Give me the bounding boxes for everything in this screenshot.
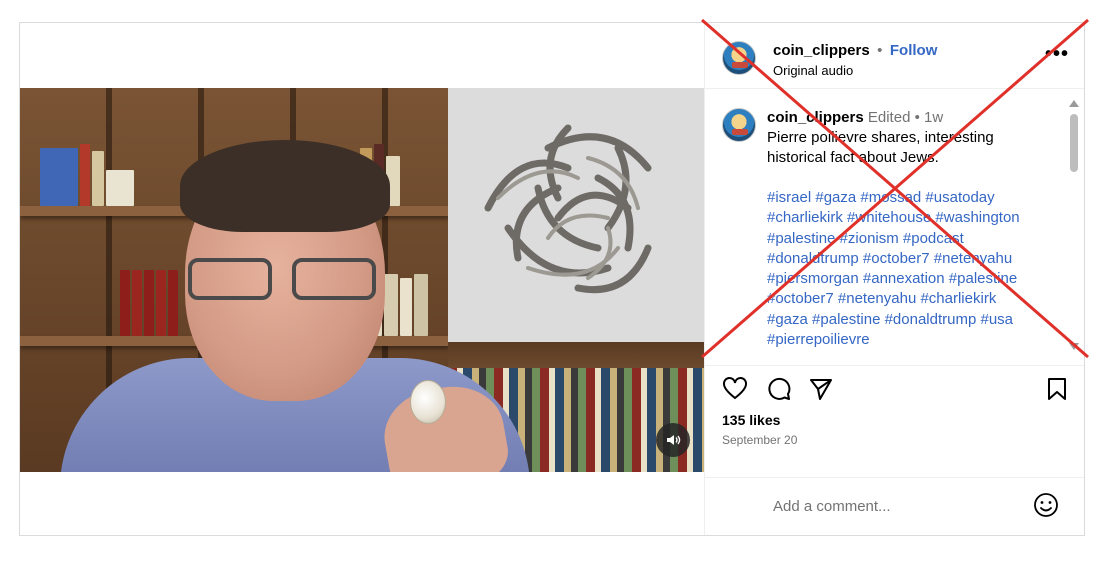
post-card: coin_clippers • Follow Original audio ••… (19, 22, 1085, 536)
author-avatar[interactable] (722, 41, 756, 75)
hashtag-line[interactable]: #donaldtrump #october7 #netenyahu (767, 249, 1057, 269)
glasses (188, 258, 380, 302)
like-button[interactable] (721, 375, 749, 403)
caption-body: Pierre poilievre shares, interesting his… (767, 129, 994, 166)
emoji-icon (1034, 493, 1058, 517)
follow-button[interactable]: Follow (890, 42, 938, 59)
comment-icon (768, 377, 791, 400)
heart-icon (723, 377, 747, 400)
scroll-up-arrow[interactable] (1069, 100, 1079, 107)
post-age: 1w (924, 109, 944, 126)
emoji-button[interactable] (1031, 490, 1061, 520)
caption-scrollbar[interactable] (1067, 100, 1081, 350)
comment-row (705, 477, 1084, 535)
separator-dot: • (877, 42, 883, 59)
share-icon (810, 379, 832, 400)
caption-header: coin_clippers Edited • 1w (767, 108, 1057, 128)
caption: coin_clippers Edited • 1w Pierre poiliev… (767, 108, 1057, 350)
video-player[interactable] (20, 88, 704, 472)
speaker-hair (180, 140, 390, 232)
hashtag-line[interactable]: #october7 #netenyahu #charliekirk (767, 289, 1057, 309)
post-sidebar: coin_clippers • Follow Original audio ••… (704, 23, 1084, 535)
audio-label[interactable]: Original audio (773, 63, 853, 78)
hashtag-line[interactable]: #piersmorgan #annexation #palestine (767, 269, 1057, 289)
action-bar (705, 365, 1084, 409)
comment-input[interactable] (773, 492, 1023, 520)
scroll-thumb[interactable] (1070, 114, 1078, 172)
header-line: coin_clippers • Follow (773, 42, 937, 60)
scroll-down-arrow[interactable] (1069, 343, 1079, 350)
caption-avatar[interactable] (722, 108, 756, 142)
save-button[interactable] (1043, 375, 1071, 403)
more-options-button[interactable]: ••• (1045, 43, 1069, 66)
post-date[interactable]: September 20 (722, 433, 797, 447)
like-count[interactable]: 135 likes (722, 412, 780, 428)
hashtag-line[interactable]: #pierrepoilievre (767, 330, 1057, 350)
caption-username[interactable]: coin_clippers (767, 109, 864, 126)
bookmark-icon (1048, 378, 1066, 400)
hashtag-line[interactable]: #palestine #zionism #podcast (767, 229, 1057, 249)
caption-area[interactable]: coin_clippers Edited • 1w Pierre poiliev… (705, 90, 1084, 355)
hashtag-list: #israel #gaza #mossad #usatoday #charlie… (767, 188, 1057, 350)
share-button[interactable] (807, 375, 835, 403)
author-username[interactable]: coin_clippers (773, 42, 870, 59)
comment-button[interactable] (765, 375, 793, 403)
speaker-icon (667, 435, 681, 445)
edited-label: Edited • (867, 109, 920, 126)
mute-button[interactable] (656, 423, 690, 457)
clipped-coins-image (448, 88, 704, 342)
hashtag-line[interactable]: #gaza #palestine #donaldtrump #usa (767, 310, 1057, 330)
held-coin (410, 380, 446, 424)
media-pane (20, 23, 704, 535)
post-header: coin_clippers • Follow Original audio ••… (705, 23, 1084, 89)
hashtag-line[interactable]: #charliekirk #whitehouse #washington (767, 208, 1057, 228)
hashtag-line[interactable]: #israel #gaza #mossad #usatoday (767, 188, 1057, 208)
